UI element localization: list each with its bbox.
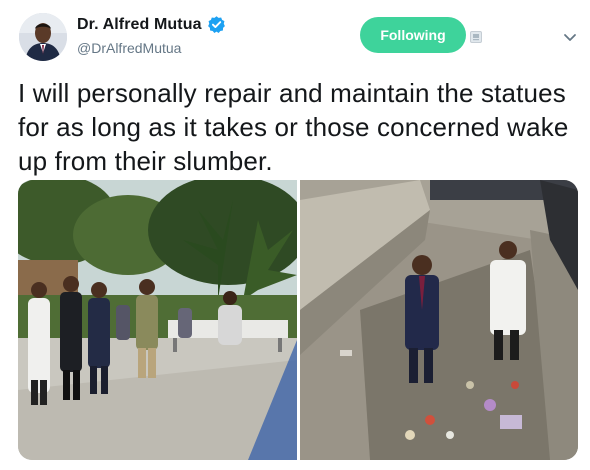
author-handle[interactable]: @DrAlfredMutua: [77, 40, 181, 56]
following-button[interactable]: Following: [360, 17, 466, 53]
display-name[interactable]: Dr. Alfred Mutua: [77, 16, 202, 34]
author-avatar[interactable]: [19, 13, 67, 61]
photo-empty-fountain[interactable]: [300, 180, 578, 460]
tweet-card: Dr. Alfred Mutua @DrAlfredMutua Followin…: [0, 0, 590, 470]
tweet-text: I will personally repair and maintain th…: [18, 78, 569, 176]
author-name-row: Dr. Alfred Mutua: [77, 15, 226, 34]
block-icon[interactable]: [470, 30, 482, 43]
verified-badge-icon: [207, 15, 226, 34]
photo-garden-walk[interactable]: [18, 180, 297, 460]
chevron-down-icon[interactable]: [562, 29, 578, 45]
tweet-media[interactable]: [18, 180, 578, 460]
